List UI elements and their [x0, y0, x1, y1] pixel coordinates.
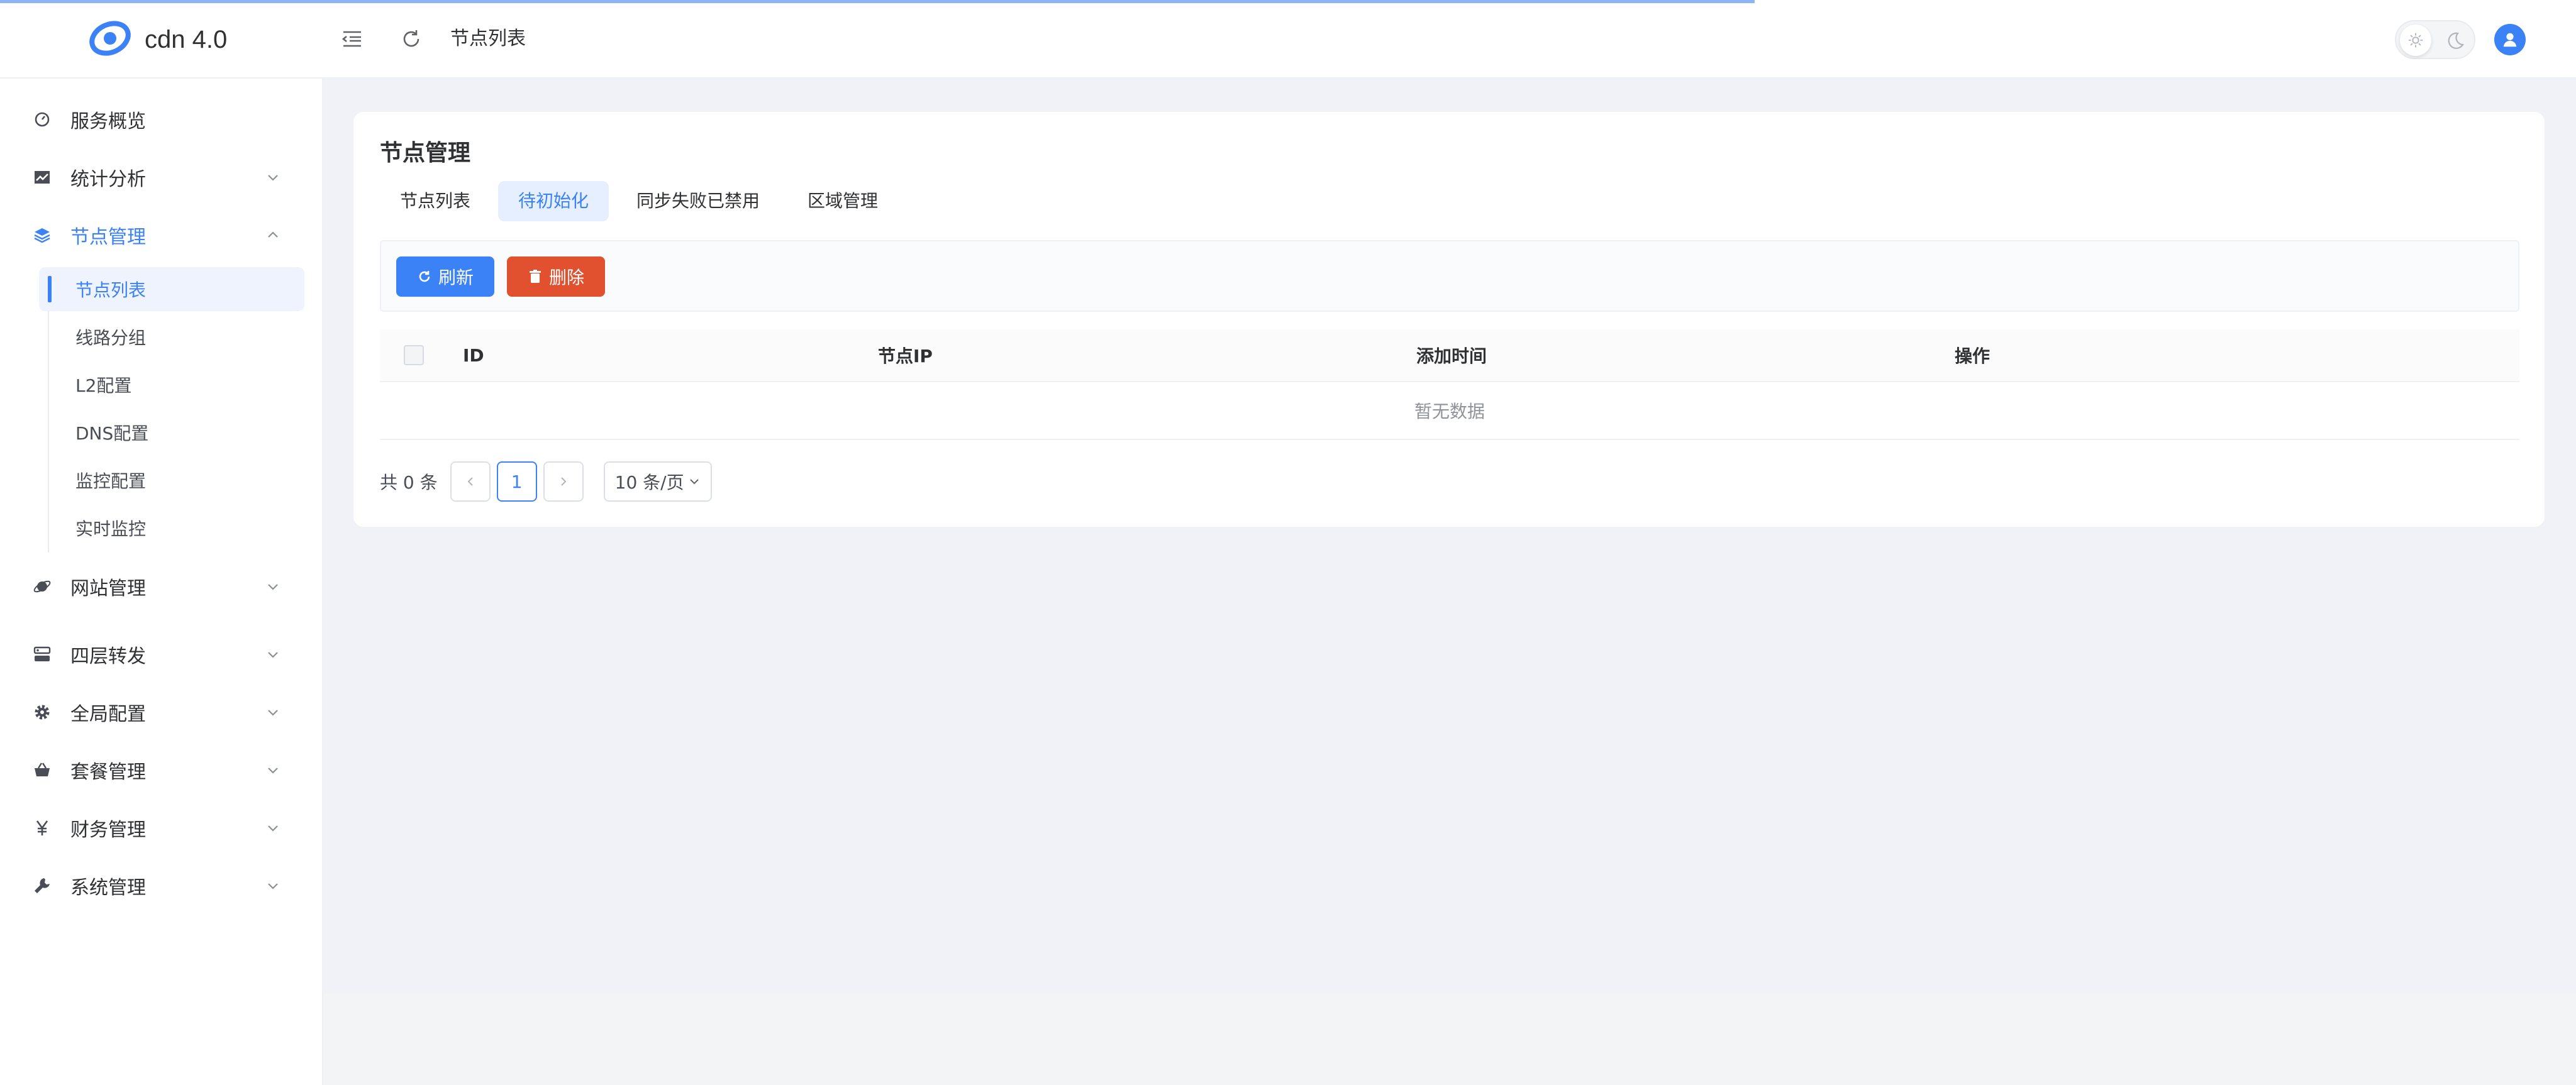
chevron-left-icon	[467, 477, 473, 486]
refresh-button-label: 刷新	[438, 267, 474, 288]
page-size-select[interactable]: 10 条/页	[603, 461, 712, 502]
globe-icon	[33, 577, 52, 596]
sidebar-item-nodes[interactable]: 节点管理	[0, 213, 322, 257]
chevron-down-icon	[268, 768, 278, 774]
chevron-down-icon	[268, 710, 278, 716]
page-button-current[interactable]: 1	[496, 461, 537, 502]
trash-icon	[529, 270, 541, 283]
theme-toggle[interactable]	[2395, 20, 2475, 59]
pagination: 共 0 条 1 10 条/页	[380, 461, 712, 502]
submenu-label: 节点列表	[75, 280, 147, 300]
chevron-down-icon	[268, 584, 278, 590]
dashboard-icon	[33, 110, 52, 129]
submenu-node-list[interactable]: 节点列表	[39, 267, 304, 311]
content-footer-band	[323, 993, 2576, 1085]
submenu-dns-config[interactable]: DNS配置	[39, 410, 304, 454]
sidebar-item-label: 全局配置	[70, 703, 146, 725]
pagination-total: 共 0 条	[380, 472, 438, 493]
user-icon	[2503, 33, 2517, 47]
cdn-logo-icon	[88, 19, 132, 60]
sidebar-item-label: 四层转发	[70, 646, 146, 668]
table-empty-state: 暂无数据	[380, 382, 2519, 440]
submenu-label: L2配置	[75, 375, 132, 396]
chevron-down-icon	[268, 883, 278, 889]
submenu-label: 线路分组	[75, 328, 147, 348]
sidebar-item-websites[interactable]: 网站管理	[0, 565, 322, 609]
sidebar-item-overview[interactable]: 服务概览	[0, 97, 322, 141]
delete-button-label: 删除	[548, 267, 584, 288]
collapse-menu-icon[interactable]	[340, 26, 365, 52]
layers-icon	[33, 226, 52, 245]
submenu-monitor-config[interactable]: 监控配置	[39, 458, 304, 502]
chevron-down-icon	[268, 652, 278, 658]
column-header-actions: 操作	[1955, 346, 1990, 366]
server-icon	[33, 645, 52, 664]
sidebar-item-label: 套餐管理	[70, 761, 146, 783]
sidebar-item-label: 网站管理	[70, 578, 146, 600]
delete-button[interactable]: 删除	[507, 256, 605, 297]
sidebar: 服务概览 统计分析 节点管理 节点列表 线路分组 L2配置 DNS配置 监控配置…	[0, 79, 323, 1085]
tab-sync-failed-disabled[interactable]: 同步失败已禁用	[616, 181, 780, 221]
next-page-button[interactable]	[543, 461, 584, 502]
chart-icon	[33, 168, 52, 187]
sidebar-item-packages[interactable]: 套餐管理	[0, 748, 322, 792]
tab-bar: 节点列表 待初始化 同步失败已禁用 区域管理	[380, 181, 906, 221]
submenu-l2-config[interactable]: L2配置	[39, 363, 304, 407]
sidebar-item-label: 节点管理	[70, 226, 146, 248]
sidebar-item-global-config[interactable]: 全局配置	[0, 690, 322, 734]
submenu-label: DNS配置	[75, 423, 149, 444]
page-size-value: 10 条/页	[614, 472, 684, 493]
sidebar-item-label: 服务概览	[70, 111, 146, 133]
refresh-icon[interactable]	[399, 26, 424, 52]
yen-icon	[33, 818, 52, 837]
prev-page-button[interactable]	[450, 461, 491, 502]
sidebar-item-system[interactable]: 系统管理	[0, 864, 322, 908]
breadcrumb: 节点列表	[450, 28, 526, 50]
moon-icon	[2444, 30, 2465, 52]
node-management-card: 节点管理 节点列表 待初始化 同步失败已禁用 区域管理 刷新 删除 ID 节点I…	[353, 112, 2545, 527]
page-title: 节点管理	[380, 140, 471, 166]
user-avatar[interactable]	[2494, 24, 2526, 55]
tab-node-list[interactable]: 节点列表	[380, 181, 491, 221]
app-header: cdn 4.0 节点列表	[0, 0, 2576, 79]
app-logo[interactable]: cdn 4.0	[88, 19, 227, 60]
wrench-icon	[33, 876, 52, 895]
gear-icon	[33, 703, 52, 722]
column-header-id[interactable]: ID	[463, 345, 484, 366]
table-header: ID 节点IP 添加时间 操作	[380, 329, 2519, 382]
refresh-button[interactable]: 刷新	[396, 256, 494, 297]
submenu-realtime-monitor[interactable]: 实时监控	[39, 506, 304, 550]
action-toolbar: 刷新 删除	[380, 240, 2519, 312]
chevron-down-icon	[268, 175, 278, 181]
select-all-checkbox[interactable]	[404, 345, 424, 365]
sidebar-item-label: 财务管理	[70, 819, 146, 841]
sun-icon	[2400, 25, 2431, 56]
sidebar-item-l4-forward[interactable]: 四层转发	[0, 632, 322, 676]
column-header-node-ip[interactable]: 节点IP	[878, 343, 933, 368]
column-header-added-time[interactable]: 添加时间	[1416, 343, 1487, 368]
refresh-icon	[419, 271, 430, 282]
submenu-label: 实时监控	[75, 519, 147, 539]
top-progress-bar	[0, 0, 1755, 3]
chevron-up-icon	[268, 231, 278, 238]
app-name: cdn 4.0	[145, 25, 228, 53]
tab-region-management[interactable]: 区域管理	[787, 181, 898, 221]
basket-icon	[33, 761, 52, 779]
sidebar-item-statistics[interactable]: 统计分析	[0, 155, 322, 199]
chevron-down-icon	[689, 479, 699, 485]
chevron-down-icon	[268, 825, 278, 832]
submenu-label: 监控配置	[75, 471, 147, 492]
submenu-line-group[interactable]: 线路分组	[39, 315, 304, 359]
chevron-right-icon	[560, 477, 567, 486]
sidebar-item-label: 统计分析	[70, 168, 146, 190]
sidebar-item-label: 系统管理	[70, 877, 146, 899]
sidebar-item-finance[interactable]: 财务管理	[0, 806, 322, 850]
tab-pending-init[interactable]: 待初始化	[498, 181, 609, 221]
